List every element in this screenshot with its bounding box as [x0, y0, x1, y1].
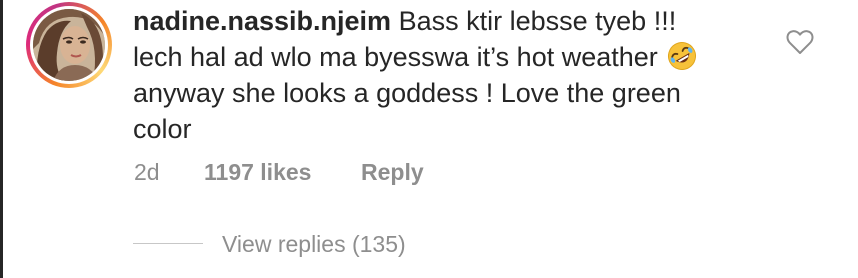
comment-timestamp: 2d	[134, 159, 160, 185]
comment-text-line-2: lech hal ad wlo ma byesswa it’s hot weat…	[133, 42, 658, 72]
comment-text-line-1: Bass ktir lebsse tyeb !!!	[398, 6, 677, 36]
heart-outline-icon[interactable]	[786, 29, 814, 55]
comment-username[interactable]: nadine.nassib.njeim	[133, 6, 391, 36]
avatar-photo	[33, 9, 105, 81]
rolling-on-floor-laughing-emoji-icon	[668, 42, 697, 70]
comment-body: nadine.nassib.njeim Bass ktir lebsse tye…	[133, 3, 773, 147]
comment-text-line-3: anyway she looks a goddess ! Love the gr…	[133, 78, 681, 108]
comment-likes-count[interactable]: 1197 likes	[204, 157, 311, 187]
avatar[interactable]	[33, 9, 105, 81]
reply-button[interactable]: Reply	[361, 157, 424, 187]
avatar-story-ring[interactable]	[26, 2, 112, 88]
view-replies-divider	[133, 243, 203, 244]
view-replies-button[interactable]: View replies (135)	[222, 229, 406, 259]
comment-text-line-4: color	[133, 114, 192, 144]
comment-row: nadine.nassib.njeim Bass ktir lebsse tye…	[0, 0, 858, 278]
window-edge	[0, 0, 3, 278]
